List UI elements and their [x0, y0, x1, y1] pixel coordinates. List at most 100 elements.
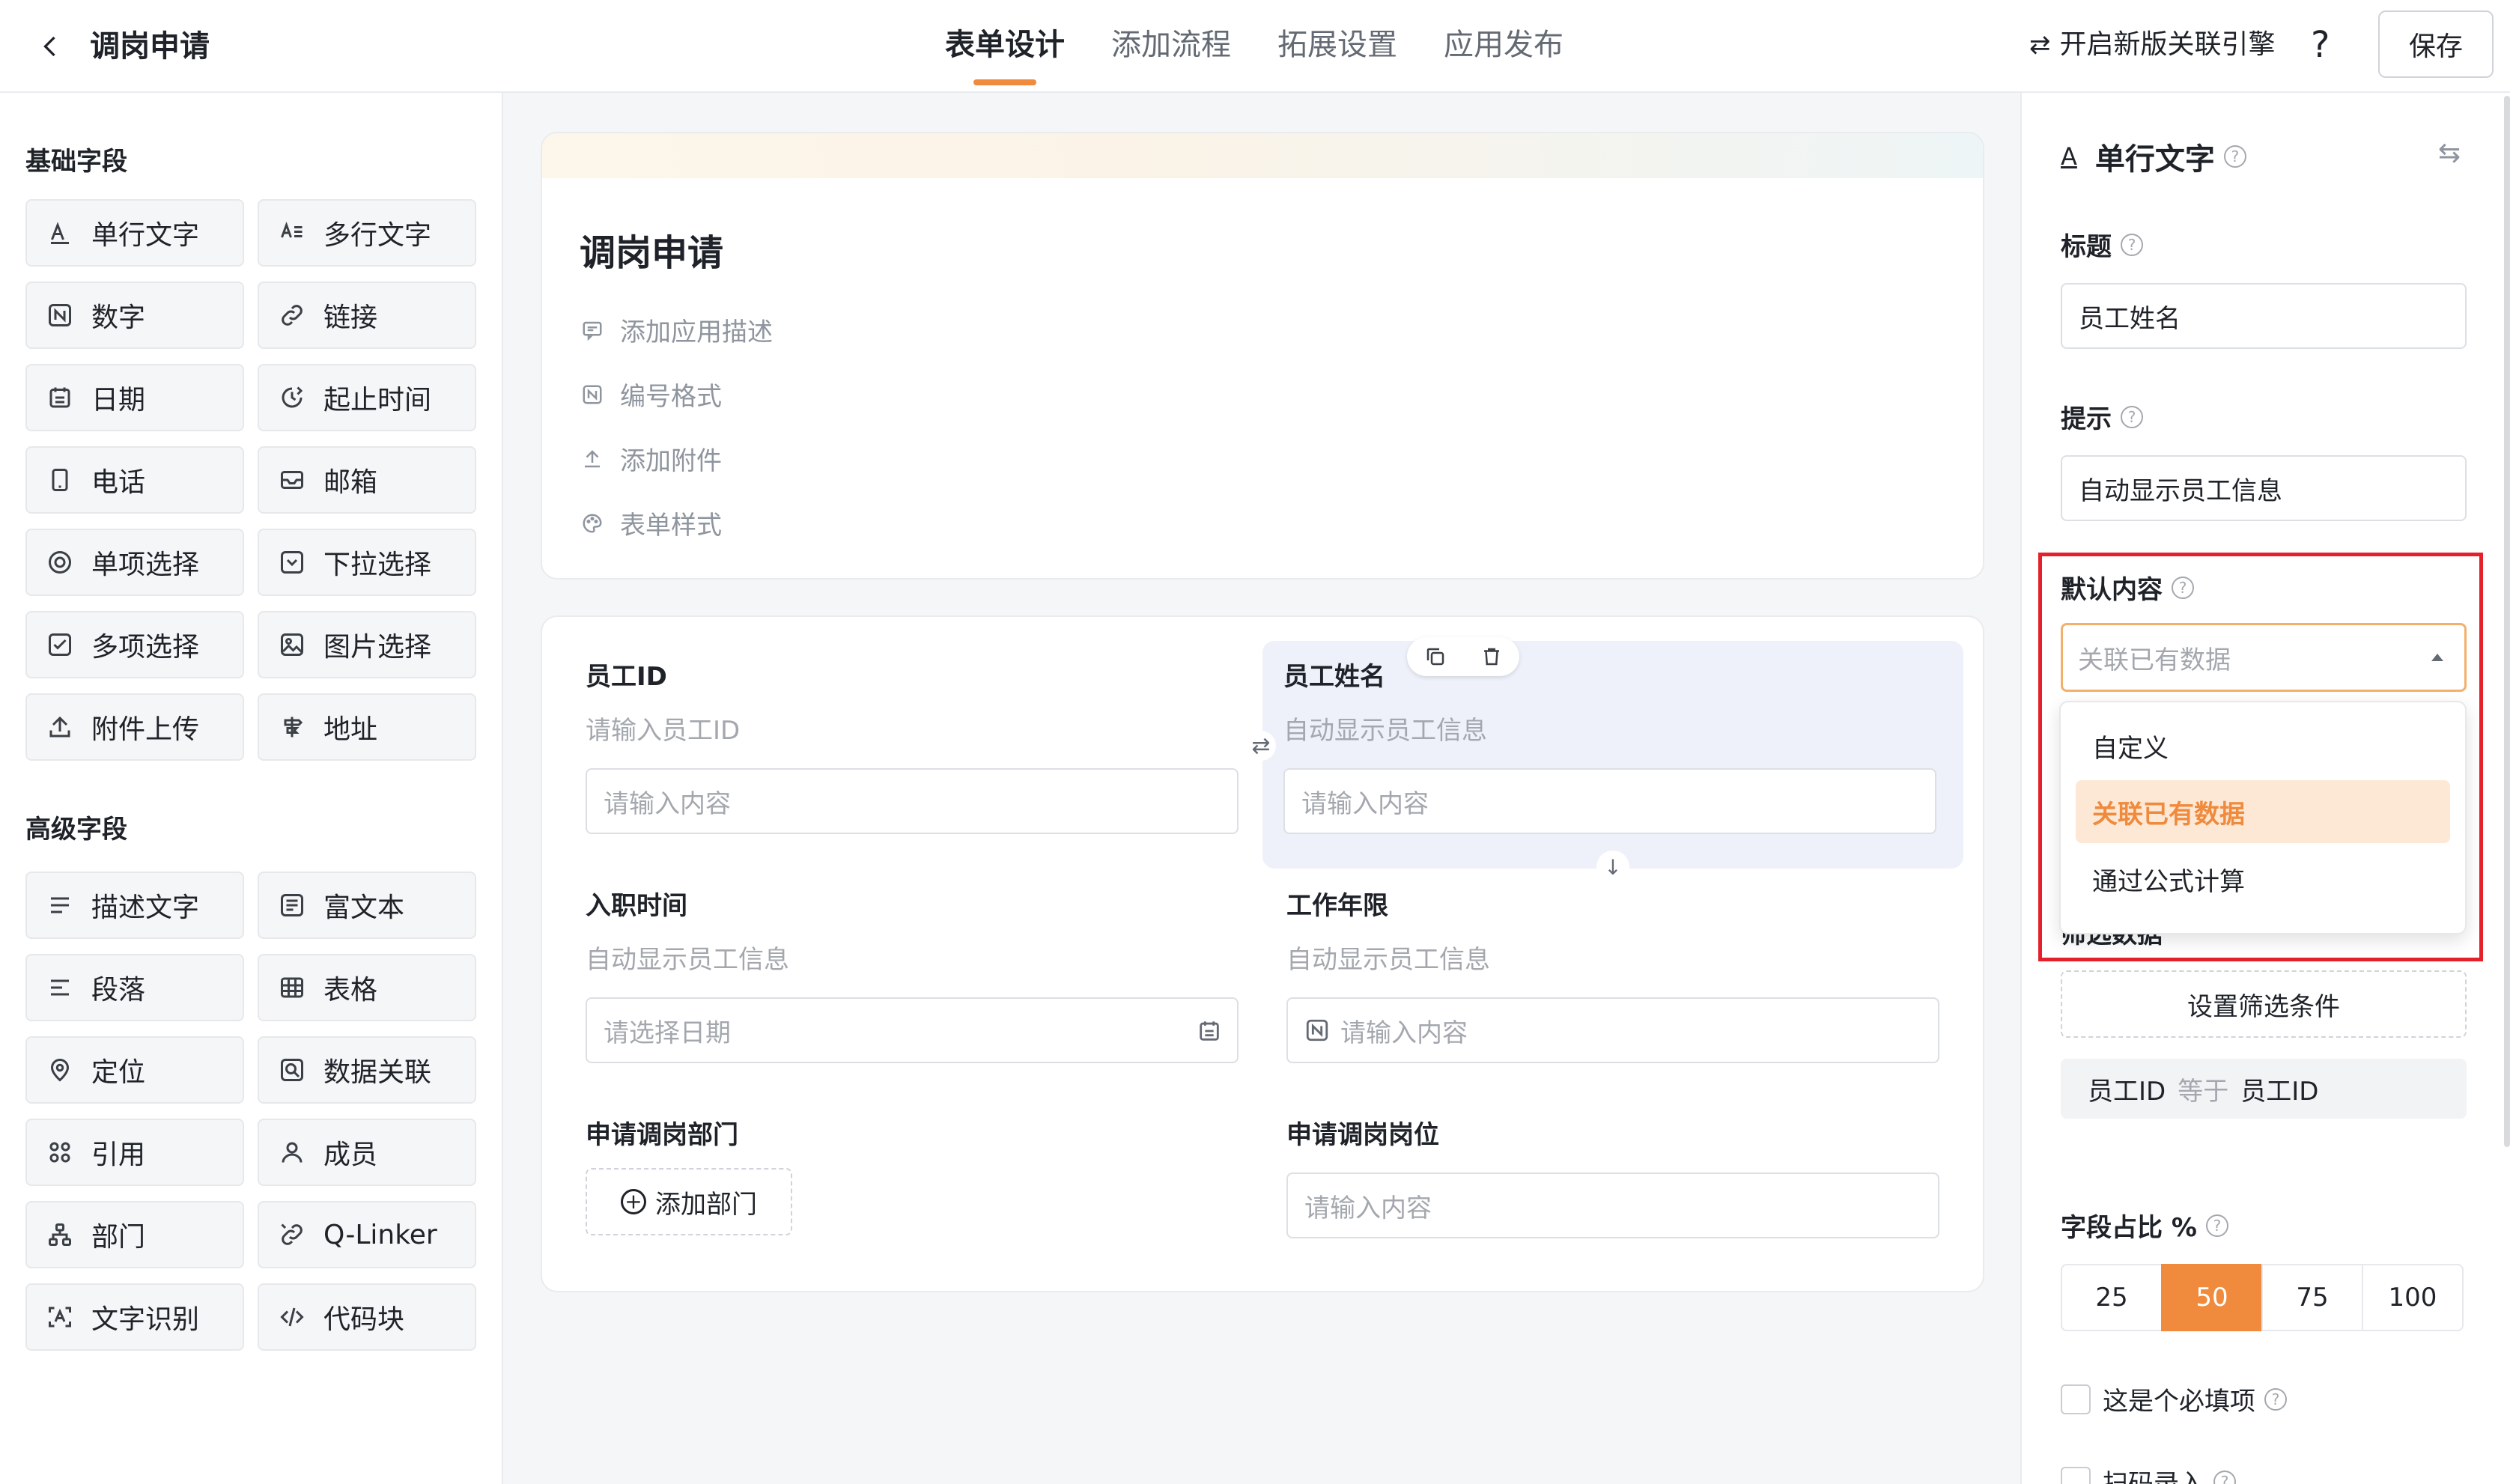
width-option-100[interactable]: 100: [2362, 1264, 2464, 1331]
palette-field-mail[interactable]: 邮箱: [258, 446, 476, 514]
new-engine-toggle[interactable]: ⇄ 开启新版关联引擎: [2029, 22, 2276, 67]
add-description-action[interactable]: 添加应用描述: [580, 311, 773, 348]
form-style-action[interactable]: 表单样式: [580, 505, 722, 541]
palette-field-label: 单行文字: [91, 220, 200, 251]
help-circle-icon[interactable]: ?: [2264, 1387, 2287, 1411]
insert-below-icon[interactable]: ↓: [1596, 851, 1629, 884]
width-option-75[interactable]: 75: [2261, 1264, 2363, 1331]
palette-field-single-line-text[interactable]: 单行文字: [25, 199, 244, 267]
option-formula[interactable]: 通过公式计算: [2076, 848, 2450, 910]
default-label-row: 默认内容 ?: [2061, 569, 2194, 606]
required-checkbox-row[interactable]: 这是个必填项 ?: [2061, 1381, 2287, 1417]
tab-add-flow[interactable]: 添加流程: [1111, 21, 1231, 69]
width-option-50[interactable]: 50: [2161, 1264, 2263, 1331]
single-line-text-icon: A: [2061, 142, 2077, 171]
position-input[interactable]: 请输入内容: [1286, 1173, 1939, 1238]
option-custom[interactable]: 自定义: [2076, 714, 2450, 777]
help-icon[interactable]: ?: [2311, 21, 2330, 69]
table-icon: [279, 974, 306, 1001]
palette-field-checkbox[interactable]: 多项选择: [25, 611, 244, 678]
palette-field-location[interactable]: 定位: [25, 1036, 244, 1104]
palette-field-upload[interactable]: 附件上传: [25, 693, 244, 761]
help-circle-icon[interactable]: ?: [2121, 233, 2143, 256]
palette-field-ocr[interactable]: 文字识别: [25, 1283, 244, 1351]
swap-position-icon[interactable]: ⇄: [1246, 731, 1276, 761]
palette-field-label: 引用: [91, 1140, 146, 1170]
tab-extension-settings[interactable]: 拓展设置: [1277, 21, 1397, 69]
scan-checkbox-row[interactable]: 扫码录入 ?: [2061, 1463, 2236, 1484]
palette-field-qlinker[interactable]: Q-Linker: [258, 1201, 476, 1268]
help-circle-icon[interactable]: ?: [2205, 1214, 2228, 1237]
width-option-25[interactable]: 25: [2061, 1264, 2163, 1331]
palette-field-label: 电话: [91, 467, 146, 498]
add-department-label: 添加部门: [655, 1189, 757, 1220]
hire-date-label: 入职时间: [586, 891, 687, 921]
palette-field-description[interactable]: 描述文字: [25, 872, 244, 939]
palette-field-department[interactable]: 部门: [25, 1201, 244, 1268]
palette-field-label: 表格: [323, 975, 378, 1006]
field-employee-id: 员工ID 请输入员工ID 请输入内容: [586, 659, 1239, 834]
palette-field-phone[interactable]: 电话: [25, 446, 244, 514]
code-icon: [279, 1304, 306, 1331]
tab-form-design[interactable]: 表单设计: [945, 21, 1065, 85]
palette-field-label: Q-Linker: [323, 1219, 437, 1250]
rich-text-icon: [279, 892, 306, 919]
palette-field-paragraph[interactable]: 段落: [25, 954, 244, 1021]
add-attachment-action[interactable]: 添加附件: [580, 440, 722, 477]
employee-name-input[interactable]: 请输入内容: [1283, 768, 1936, 834]
title-input[interactable]: 员工姓名: [2061, 283, 2467, 349]
field-type-header: A 单行文字 ?: [2061, 135, 2246, 178]
employee-id-label: 员工ID: [586, 662, 667, 692]
help-circle-icon[interactable]: ?: [2223, 145, 2246, 168]
help-circle-icon[interactable]: ?: [2121, 405, 2143, 428]
palette-field-dropdown[interactable]: 下拉选择: [258, 529, 476, 596]
palette-field-radio[interactable]: 单项选择: [25, 529, 244, 596]
option-link-existing-data[interactable]: 关联已有数据: [2076, 780, 2450, 843]
palette-field-signpost[interactable]: 地址: [258, 693, 476, 761]
palette-field-label: 起止时间: [323, 385, 432, 416]
scan-checkbox[interactable]: [2061, 1466, 2091, 1484]
palette-field-rich-text[interactable]: 富文本: [258, 872, 476, 939]
palette-field-calendar[interactable]: 日期: [25, 364, 244, 431]
employee-id-input[interactable]: 请输入内容: [586, 768, 1239, 834]
field-width-segmented: 25 50 75 100: [2061, 1264, 2464, 1331]
required-checkbox[interactable]: [2061, 1384, 2091, 1414]
default-content-select[interactable]: 关联已有数据: [2061, 623, 2467, 692]
hire-date-picker[interactable]: 请选择日期: [586, 997, 1239, 1063]
help-circle-icon[interactable]: ?: [2213, 1470, 2236, 1484]
palette-field-member[interactable]: 成员: [258, 1119, 476, 1186]
add-department-button[interactable]: + 添加部门: [586, 1168, 792, 1235]
form-title[interactable]: 调岗申请: [580, 229, 723, 277]
plus-circle-icon: +: [621, 1189, 646, 1214]
properties-scrollbar[interactable]: [2504, 96, 2510, 1147]
number-format-action[interactable]: 编号格式: [580, 376, 722, 413]
work-years-hint: 自动显示员工信息: [1286, 945, 1490, 975]
help-circle-icon[interactable]: ?: [2172, 576, 2194, 599]
palette-field-reference[interactable]: 引用: [25, 1119, 244, 1186]
filter-condition[interactable]: 员工ID 等于 员工ID: [2061, 1059, 2467, 1119]
palette-field-multi-line-text[interactable]: 多行文字: [258, 199, 476, 267]
set-filter-button[interactable]: 设置筛选条件: [2061, 970, 2467, 1038]
tab-app-publish[interactable]: 应用发布: [1444, 21, 1564, 69]
palette-field-link[interactable]: 链接: [258, 282, 476, 349]
palette-field-image[interactable]: 图片选择: [258, 611, 476, 678]
hint-input[interactable]: 自动显示员工信息: [2061, 455, 2467, 521]
back-icon[interactable]: [30, 25, 72, 67]
tab-bar: 表单设计 添加流程 拓展设置 应用发布: [945, 21, 1610, 85]
width-label-row: 字段占比 % ?: [2061, 1207, 2228, 1244]
palette-field-table[interactable]: 表格: [258, 954, 476, 1021]
field-type-label: 单行文字: [2094, 142, 2215, 177]
condition-left: 员工ID: [2088, 1076, 2166, 1107]
work-years-input[interactable]: 请输入内容: [1286, 997, 1939, 1063]
member-icon: [279, 1139, 306, 1166]
palette-field-code[interactable]: 代码块: [258, 1283, 476, 1351]
switch-field-type-icon[interactable]: ⇆: [2438, 138, 2461, 168]
palette-field-label: 日期: [91, 385, 146, 416]
title-label: 标题: [2061, 232, 2112, 262]
palette-field-time-range[interactable]: 起止时间: [258, 364, 476, 431]
palette-field-number[interactable]: 数字: [25, 282, 244, 349]
save-button[interactable]: 保存: [2378, 10, 2494, 78]
palette-field-label: 多行文字: [323, 220, 432, 251]
number-format-icon: [580, 382, 605, 407]
palette-field-data-link[interactable]: 数据关联: [258, 1036, 476, 1104]
